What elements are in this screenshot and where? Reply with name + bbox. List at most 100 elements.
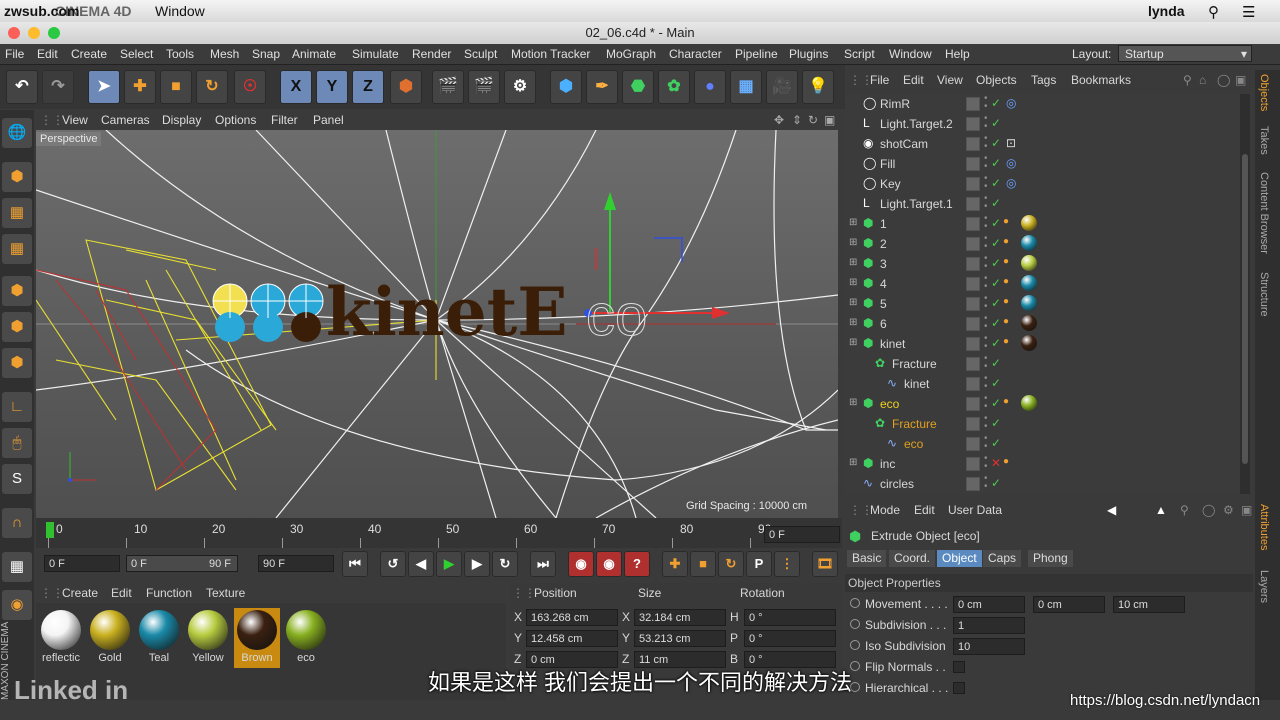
spotlight-search-icon[interactable]: ⚲	[1208, 3, 1219, 21]
redo-button[interactable]: ↷	[42, 70, 74, 104]
visibility-dots[interactable]: • •	[984, 274, 988, 292]
render-picture-viewer-button[interactable]: 🎬	[468, 70, 500, 104]
object-row[interactable]: L Light.Target.2 • • ✓	[845, 114, 1240, 134]
playhead[interactable]	[46, 522, 54, 538]
property-value-field[interactable]: 10 cm	[1113, 596, 1185, 613]
object-row[interactable]: ⊞ ⬢ 1 • • ✓ ●	[845, 214, 1240, 234]
enabled-check-icon[interactable]: ✓	[991, 416, 1001, 430]
perspective-viewport[interactable]: co kinetE Perspective Grid Spacing : 100…	[36, 130, 838, 518]
enabled-check-icon[interactable]: ✓	[991, 376, 1001, 390]
previous-frame-button[interactable]: ◀	[408, 551, 434, 577]
magnet-icon[interactable]: ∩	[2, 508, 32, 538]
app-menu-animate[interactable]: Animate	[292, 47, 336, 61]
material-brown[interactable]: Brown	[234, 608, 280, 668]
preview-range-slider[interactable]: 0 F 90 F	[126, 555, 238, 572]
phong-tag-icon[interactable]: ●	[1003, 316, 1009, 327]
keyframe-selection-button[interactable]: ?	[624, 551, 650, 577]
zoom-window-button[interactable]	[48, 27, 60, 39]
app-menu-script[interactable]: Script	[844, 47, 875, 61]
bend-deformer-button[interactable]: ●	[694, 70, 726, 104]
enabled-check-icon[interactable]: ✓	[991, 96, 1001, 110]
layer-swatch[interactable]	[966, 297, 980, 311]
camera-button[interactable]: 🎥	[766, 70, 798, 104]
object-row[interactable]: ∿ circles • • ✓	[845, 474, 1240, 494]
object-menu-file[interactable]: File	[870, 73, 889, 87]
material-menu-function[interactable]: Function	[146, 586, 192, 600]
material-tag-icon[interactable]	[1021, 295, 1037, 311]
start-frame-field[interactable]: 0 F	[44, 555, 120, 572]
attribute-lock-icon[interactable]: ◯	[1202, 503, 1215, 517]
layer-swatch[interactable]	[966, 437, 980, 451]
scale-tool-button[interactable]: ■	[160, 70, 192, 104]
app-menu-mograph[interactable]: MoGraph	[606, 47, 656, 61]
layer-swatch[interactable]	[966, 197, 980, 211]
enabled-check-icon[interactable]: ✓	[991, 276, 1001, 290]
object-row[interactable]: ∿ eco • • ✓	[845, 434, 1240, 454]
layer-swatch[interactable]	[966, 117, 980, 131]
subdivision-surface-button[interactable]: ⬣	[622, 70, 654, 104]
material-tag-icon[interactable]	[1021, 235, 1037, 251]
model-mode-icon[interactable]: ⬢	[2, 162, 32, 192]
enabled-check-icon[interactable]: ✓	[991, 196, 1001, 210]
phong-tag-icon[interactable]: ●	[1003, 336, 1009, 347]
layer-swatch[interactable]	[966, 137, 980, 151]
property-value-field[interactable]: 0 cm	[953, 596, 1025, 613]
attribute-new-panel-icon[interactable]: ▣	[1241, 503, 1252, 517]
animation-dot-icon[interactable]	[850, 598, 860, 608]
enabled-check-icon[interactable]: ✓	[991, 396, 1001, 410]
undo-button[interactable]: ↶	[6, 70, 38, 104]
object-row[interactable]: ⊞ ⬢ 3 • • ✓ ●	[845, 254, 1240, 274]
object-row[interactable]: L Light.Target.1 • • ✓	[845, 194, 1240, 214]
material-eco[interactable]: eco	[283, 608, 329, 668]
position-y-field[interactable]: 12.458 cm	[526, 630, 618, 647]
phong-tag-icon[interactable]: ●	[1003, 396, 1009, 407]
go-to-start-button[interactable]: ⏮	[342, 551, 368, 577]
viewport-maximize-icon[interactable]: ▣	[824, 113, 835, 127]
object-row[interactable]: ⊞ ⬢ eco • • ✓ ●	[845, 394, 1240, 414]
enabled-check-icon[interactable]: ✓	[991, 256, 1001, 270]
current-frame-field[interactable]: 0 F	[764, 526, 840, 543]
enabled-check-icon[interactable]: ✓	[991, 336, 1001, 350]
app-menu-simulate[interactable]: Simulate	[352, 47, 399, 61]
side-tab-structure[interactable]: Structure	[1258, 272, 1270, 317]
visibility-dots[interactable]: • •	[984, 214, 988, 232]
viewport-menu-view[interactable]: View	[62, 113, 88, 127]
property-value-field[interactable]: 1	[953, 617, 1025, 634]
render-settings-button[interactable]: ⚙	[504, 70, 536, 104]
layer-swatch[interactable]	[966, 317, 980, 331]
layer-swatch[interactable]	[966, 397, 980, 411]
app-menu-create[interactable]: Create	[71, 47, 107, 61]
next-frame-button[interactable]: ▶	[464, 551, 490, 577]
object-menu-objects[interactable]: Objects	[976, 73, 1017, 87]
pen-spline-button[interactable]: ✒	[586, 70, 618, 104]
coordinate-system-button[interactable]: ⬢	[390, 70, 422, 104]
viewport-menu-cameras[interactable]: Cameras	[101, 113, 150, 127]
expand-toggle-icon[interactable]: ⊞	[849, 217, 857, 228]
up-arrow-icon[interactable]: ▲	[1155, 503, 1167, 517]
side-tab-layers[interactable]: Layers	[1258, 570, 1270, 603]
app-menu-snap[interactable]: Snap	[252, 47, 280, 61]
record-keys-button[interactable]: ◉	[568, 551, 594, 577]
animation-dot-icon[interactable]	[850, 619, 860, 629]
object-menu-view[interactable]: View	[937, 73, 963, 87]
app-menu-mesh[interactable]: Mesh	[210, 47, 239, 61]
visibility-dots[interactable]: • •	[984, 454, 988, 472]
point-level-animation-button[interactable]: ⋮	[774, 551, 800, 577]
layer-swatch[interactable]	[966, 337, 980, 351]
app-menu-plugins[interactable]: Plugins	[789, 47, 828, 61]
phong-tag-icon[interactable]: ●	[1003, 296, 1009, 307]
viewport-menu-panel[interactable]: Panel	[313, 113, 344, 127]
lock-icon[interactable]: ◯	[1217, 73, 1230, 87]
timeline-ruler[interactable]: 0102030405060708090 0 F	[36, 518, 842, 548]
rotate-tool-button[interactable]: ↻	[196, 70, 228, 104]
rotation-track-button[interactable]: ↻	[718, 551, 744, 577]
enabled-check-icon[interactable]: ✓	[991, 296, 1001, 310]
side-tab-takes[interactable]: Takes	[1258, 126, 1270, 155]
object-row[interactable]: ∿ kinet • • ✓	[845, 374, 1240, 394]
size-y-field[interactable]: 53.213 cm	[634, 630, 726, 647]
material-tag-icon[interactable]	[1021, 395, 1037, 411]
phong-tag-icon[interactable]: ●	[1003, 236, 1009, 247]
attribute-menu-edit[interactable]: Edit	[914, 503, 935, 517]
phong-tag-icon[interactable]: ●	[1003, 276, 1009, 287]
attribute-menu-mode[interactable]: Mode	[870, 503, 900, 517]
